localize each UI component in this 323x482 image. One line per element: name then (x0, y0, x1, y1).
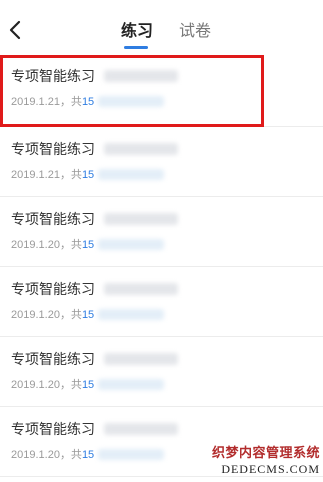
item-count-prefix: ，共 (59, 96, 82, 108)
item-meta: 2019.1.20，共15 (11, 378, 94, 392)
item-date: 2019.1.21 (11, 169, 60, 181)
item-count: 15 (81, 239, 95, 251)
item-count: 15 (81, 379, 95, 391)
active-tab-indicator (124, 46, 148, 49)
item-title: 专项智能练习 (11, 68, 95, 84)
item-meta: 2019.1.20，共15 (11, 448, 94, 462)
item-date: 2019.1.20 (11, 309, 60, 321)
tab-exam[interactable]: 试卷 (179, 22, 211, 42)
item-count-prefix: ，共 (59, 379, 82, 391)
item-count: 15 (81, 449, 95, 461)
item-meta: 2019.1.21，共15 (11, 95, 94, 109)
item-count-prefix: ，共 (59, 449, 82, 461)
list-item[interactable]: 专项智能练习 2019.1.21，共15 (0, 54, 323, 127)
blurred-text (104, 70, 178, 82)
item-meta: 2019.1.20，共15 (11, 308, 94, 322)
item-title: 专项智能练习 (11, 141, 95, 157)
item-count: 15 (81, 309, 95, 321)
list-item[interactable]: 专项智能练习 2019.1.20，共15 (0, 337, 323, 407)
blurred-text (104, 213, 178, 225)
item-date: 2019.1.21 (11, 96, 60, 108)
blurred-text (98, 449, 164, 460)
watermark-en: DEDECMS.COM (221, 462, 320, 476)
item-meta: 2019.1.21，共15 (11, 168, 94, 182)
blurred-text (104, 353, 178, 365)
item-title: 专项智能练习 (11, 281, 95, 297)
item-count-prefix: ，共 (59, 169, 82, 181)
item-count-prefix: ，共 (59, 239, 82, 251)
blurred-text (104, 283, 178, 295)
item-title: 专项智能练习 (11, 421, 95, 437)
blurred-text (104, 423, 178, 435)
item-meta: 2019.1.20，共15 (11, 238, 94, 252)
list-item[interactable]: 专项智能练习 2019.1.20，共15 (0, 197, 323, 267)
item-title: 专项智能练习 (11, 351, 95, 367)
blurred-text (104, 143, 178, 155)
highlight-box (0, 55, 264, 127)
blurred-text (98, 96, 164, 107)
list-item[interactable]: 专项智能练习 2019.1.21，共15 (0, 127, 323, 197)
item-date: 2019.1.20 (11, 449, 60, 461)
item-date: 2019.1.20 (11, 239, 60, 251)
top-bar: 练习 试卷 (0, 0, 323, 52)
blurred-text (98, 309, 164, 320)
chevron-left-icon (9, 20, 21, 40)
item-count-prefix: ，共 (59, 309, 82, 321)
watermark-cn: 织梦内容管理系统 (211, 446, 320, 461)
blurred-text (98, 169, 164, 180)
practice-list: 专项智能练习 2019.1.21，共15 专项智能练习 2019.1.21，共1… (0, 54, 323, 477)
tab-practice[interactable]: 练习 (121, 22, 153, 42)
item-date: 2019.1.20 (11, 379, 60, 391)
back-button[interactable] (6, 18, 26, 42)
item-title: 专项智能练习 (11, 211, 95, 227)
blurred-text (98, 239, 164, 250)
item-count: 15 (81, 169, 95, 181)
blurred-text (98, 379, 164, 390)
site-watermark: 织梦内容管理系统 DEDECMS.COM (210, 446, 320, 476)
list-item[interactable]: 专项智能练习 2019.1.20，共15 (0, 267, 323, 337)
item-count: 15 (81, 96, 95, 108)
